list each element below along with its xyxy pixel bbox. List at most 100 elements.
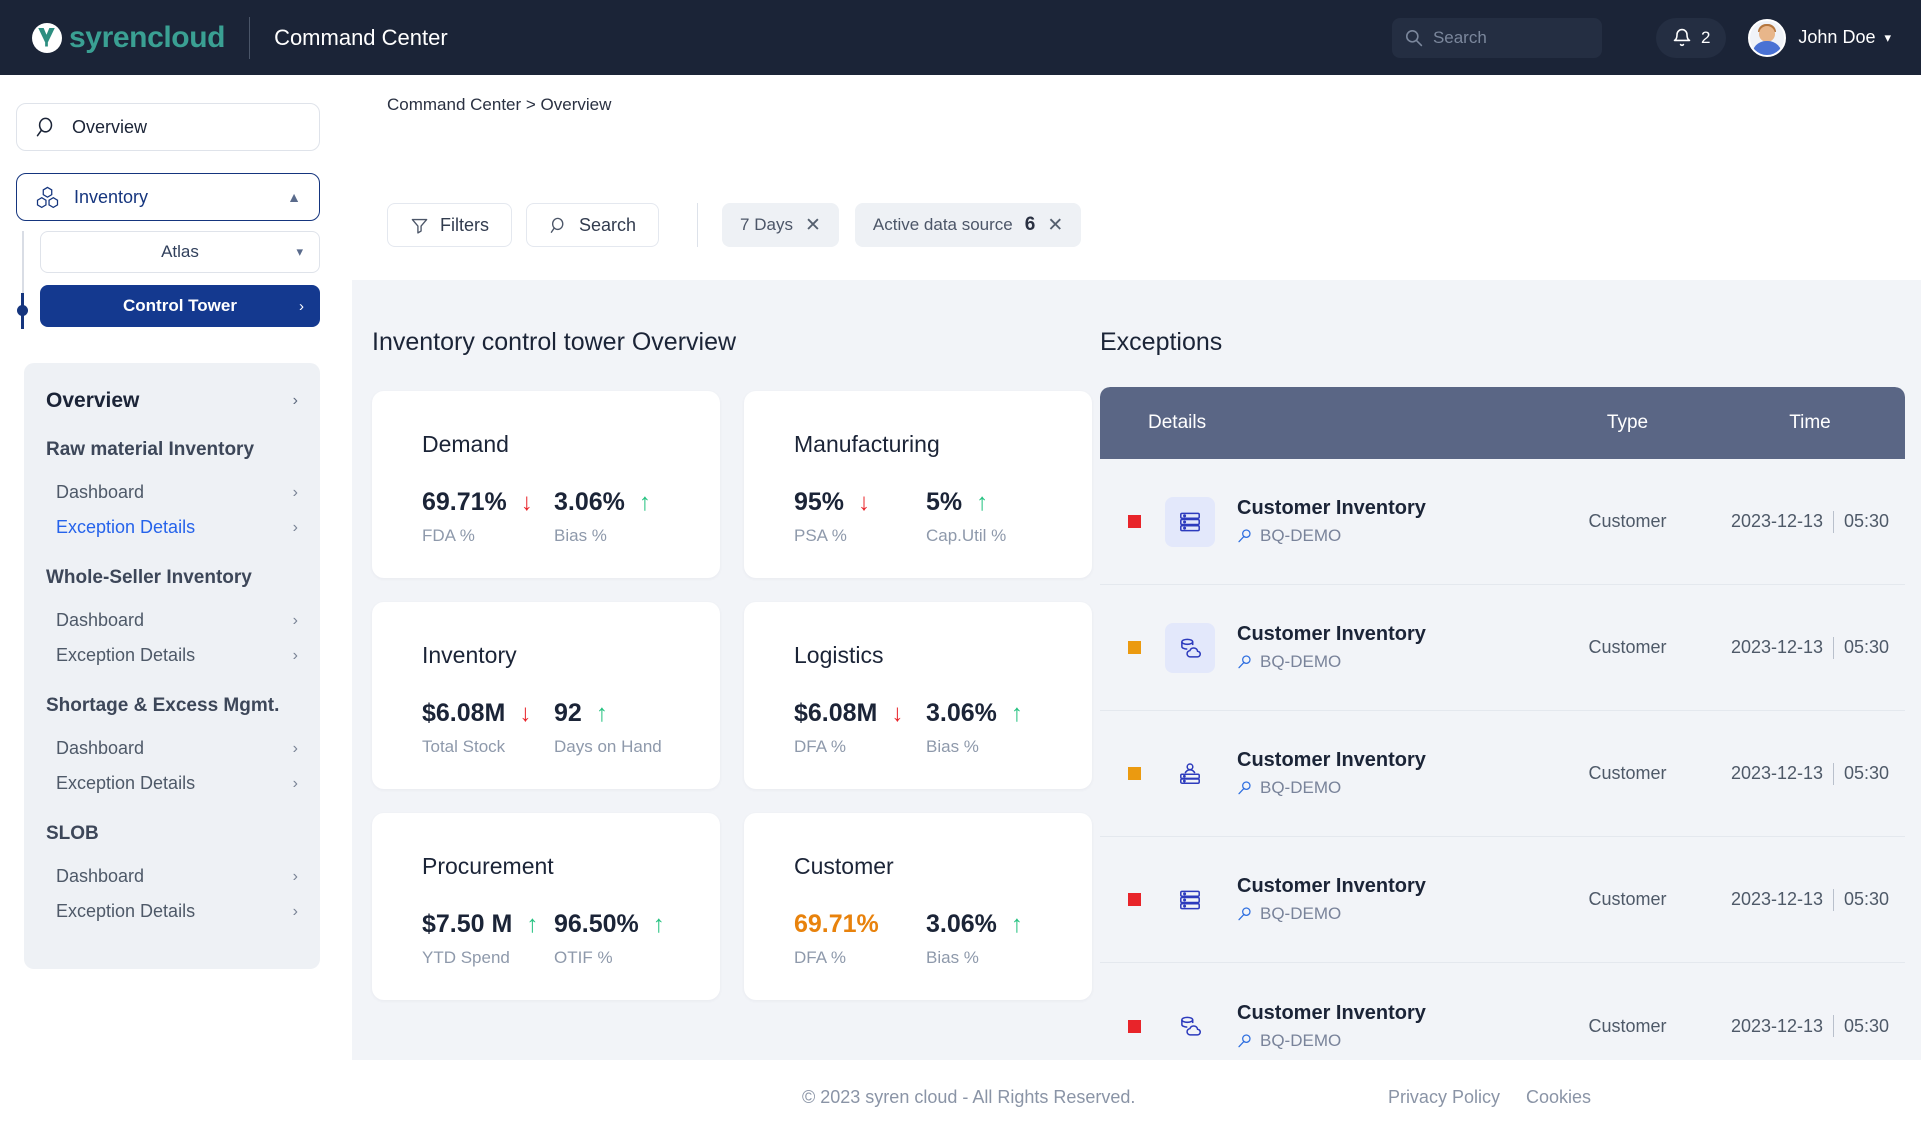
kpi-value: 3.06%: [926, 699, 997, 727]
chip-source-label: Active data source: [872, 215, 1013, 234]
nav-group: Shortage & Excess Mgmt. Dashboard › Excepti…: [46, 695, 298, 801]
atlas-select-value: Atlas: [161, 242, 199, 261]
exception-date: 2023-12-13: [1730, 637, 1824, 657]
left-sidebar: Overview Inventory ▲ Atlas ▾ Control Tow…: [0, 75, 352, 1135]
table-row[interactable]: Customer Inventory BQ-DEMO Customer 2023-12…: [1100, 585, 1905, 711]
exception-date: 2023-12-13: [1730, 889, 1824, 909]
chevron-right-icon: ›: [292, 392, 298, 409]
kpi-value: 69.71%: [794, 910, 879, 938]
filters-button[interactable]: Filters: [387, 203, 512, 247]
search-icon: [1404, 28, 1423, 47]
kpi-metrics: 69.71% ↓ FDA % 3.06% ↑ Bias %: [422, 488, 720, 546]
kpi-value: $6.08M: [422, 699, 506, 727]
toolbar: Filters Search 7 Days ✕ Active data sour…: [387, 203, 1097, 247]
sidebar-item-exception-details[interactable]: Exception Details ›: [46, 638, 298, 673]
notification-count: 2: [1700, 27, 1711, 47]
sidebar-item-dashboard[interactable]: Dashboard ›: [46, 603, 298, 638]
user-menu[interactable]: John Doe ▾: [1748, 18, 1891, 57]
search-button[interactable]: Search: [526, 203, 660, 247]
nav-item-label: Dashboard: [56, 610, 145, 630]
sidebar-item-exception-details[interactable]: Exception Details ›: [46, 510, 298, 545]
kpi-metric-label: DFA %: [794, 948, 846, 967]
chevron-right-icon: ›: [292, 611, 298, 629]
nav-group: SLOB Dashboard › Exception Details ›: [46, 823, 298, 929]
footer-link-privacy-policy[interactable]: Privacy Policy: [1388, 1087, 1500, 1108]
exception-clock-time: 05:30: [1844, 637, 1890, 657]
chevron-down-icon: ▾: [1884, 29, 1891, 45]
atlas-select[interactable]: Atlas ▾: [40, 231, 320, 273]
kpi-metric-label: Cap.Util %: [926, 526, 1007, 545]
avatar-body: [1752, 40, 1783, 55]
footer-link-cookies[interactable]: Cookies: [1526, 1087, 1591, 1108]
kpi-metric: 92 ↑ Days on Hand: [554, 699, 686, 757]
exception-title: Customer Inventory: [1237, 875, 1426, 897]
chevron-right-icon: ›: [292, 739, 298, 757]
exception-source-label: BQ-DEMO: [1260, 526, 1342, 545]
sidebar-item-inventory[interactable]: Inventory ▲: [16, 173, 320, 221]
magnifier-small-icon: [1237, 906, 1253, 922]
nav-overview-label: Overview: [46, 389, 140, 412]
kpi-card-logistics[interactable]: Logistics $6.08M ↓ DFA % 3.06% ↑ Bias %: [744, 602, 1092, 789]
sidebar-item-exception-details[interactable]: Exception Details ›: [46, 766, 298, 801]
search-input[interactable]: Search: [1391, 17, 1602, 58]
kpi-metric: $6.08M ↓ Total Stock: [422, 699, 554, 757]
app-title: Command Center: [274, 24, 448, 50]
sidebar-item-dashboard[interactable]: Dashboard ›: [46, 859, 298, 894]
kpi-card-demand[interactable]: Demand 69.71% ↓ FDA % 3.06% ↑ Bias %: [372, 391, 720, 578]
kpi-metric-label: Total Stock: [422, 737, 506, 756]
exception-clock-time: 05:30: [1844, 511, 1890, 531]
sidebar-item-overview[interactable]: Overview: [16, 103, 320, 151]
kpi-card-manufacturing[interactable]: Manufacturing 95% ↓ PSA % 5% ↑ Cap.Util %: [744, 391, 1092, 578]
kpi-value-row: 5% ↑: [926, 488, 1058, 517]
sidebar-item-exception-details[interactable]: Exception Details ›: [46, 894, 298, 929]
exception-date: 2023-12-13: [1730, 1015, 1824, 1036]
kpi-section: Inventory control tower Overview Demand 6…: [372, 328, 1102, 1000]
magnifier-small-icon: [1237, 780, 1253, 796]
nav-group: Raw material Inventory Dashboard › Exceptio…: [46, 439, 298, 545]
kpi-value: 3.06%: [554, 488, 625, 516]
severity-indicator: [1128, 893, 1141, 906]
magnifier-small-icon: [1237, 1033, 1253, 1049]
notifications-button[interactable]: 2: [1655, 17, 1727, 58]
table-row[interactable]: Customer Inventory BQ-DEMO Customer 2023-12…: [1100, 837, 1905, 963]
kpi-metric: 3.06% ↑ Bias %: [926, 699, 1058, 757]
chip-days-label: 7 Days: [740, 215, 793, 234]
kpi-card-inventory[interactable]: Inventory $6.08M ↓ Total Stock 92 ↑ Days on Ha…: [372, 602, 720, 789]
kpi-metric-label: OTIF %: [554, 948, 613, 967]
header-right-cluster: Search 2 John Doe ▾: [1391, 17, 1891, 58]
filter-icon: [410, 216, 429, 235]
column-header-details: Details: [1148, 412, 1207, 433]
brand-wordmark: syrencloud: [69, 21, 225, 55]
server-stack-icon: [1165, 496, 1215, 547]
sidebar-nav-panel: Overview › Raw material Inventory Dashboa…: [24, 363, 320, 969]
sidebar-item-dashboard[interactable]: Dashboard ›: [46, 731, 298, 766]
chip-days-filter[interactable]: 7 Days ✕: [722, 203, 839, 247]
close-icon[interactable]: ✕: [1047, 216, 1063, 235]
time-divider: [1833, 762, 1835, 785]
kpi-value: 96.50%: [554, 910, 639, 938]
kpi-metrics: 69.71% DFA % 3.06% ↑ Bias %: [794, 910, 1092, 968]
chevron-up-icon[interactable]: ▲: [287, 189, 301, 205]
chip-active-data-source[interactable]: Active data source 6 ✕: [854, 203, 1082, 247]
severity-indicator: [1128, 515, 1141, 528]
table-row[interactable]: Customer Inventory BQ-DEMO Customer 2023-12…: [1100, 711, 1905, 837]
control-tower-button[interactable]: Control Tower ›: [40, 285, 320, 327]
chevron-right-icon: ›: [292, 902, 298, 920]
close-icon[interactable]: ✕: [805, 216, 821, 235]
exception-text-block: Customer Inventory BQ-DEMO: [1237, 749, 1426, 798]
kpi-metric-label: Bias %: [554, 526, 607, 545]
exception-clock-time: 05:30: [1844, 1015, 1890, 1036]
kpi-value-row: $6.08M ↓: [422, 699, 554, 728]
kpi-metric: $7.50 M ↑ YTD Spend: [422, 910, 554, 968]
kpi-metrics: $6.08M ↓ Total Stock 92 ↑ Days on Hand: [422, 699, 720, 757]
arrow-up-icon: ↑: [595, 699, 608, 727]
kpi-card-customer[interactable]: Customer 69.71% DFA % 3.06% ↑ Bias %: [744, 813, 1092, 1000]
exceptions-table-header: Details Type Time: [1100, 387, 1905, 459]
table-row[interactable]: Customer Inventory BQ-DEMO Customer 2023-12…: [1100, 459, 1905, 585]
sidebar-item-dashboard[interactable]: Dashboard ›: [46, 475, 298, 510]
brand-logo[interactable]: syrencloud: [32, 21, 225, 55]
nav-overview-item[interactable]: Overview ›: [46, 389, 298, 417]
kpi-card-procurement[interactable]: Procurement $7.50 M ↑ YTD Spend 96.50% ↑ OTIF …: [372, 813, 720, 1000]
kpi-value: 3.06%: [926, 910, 997, 938]
exception-time: 2023-12-13 05:30: [1715, 888, 1905, 911]
